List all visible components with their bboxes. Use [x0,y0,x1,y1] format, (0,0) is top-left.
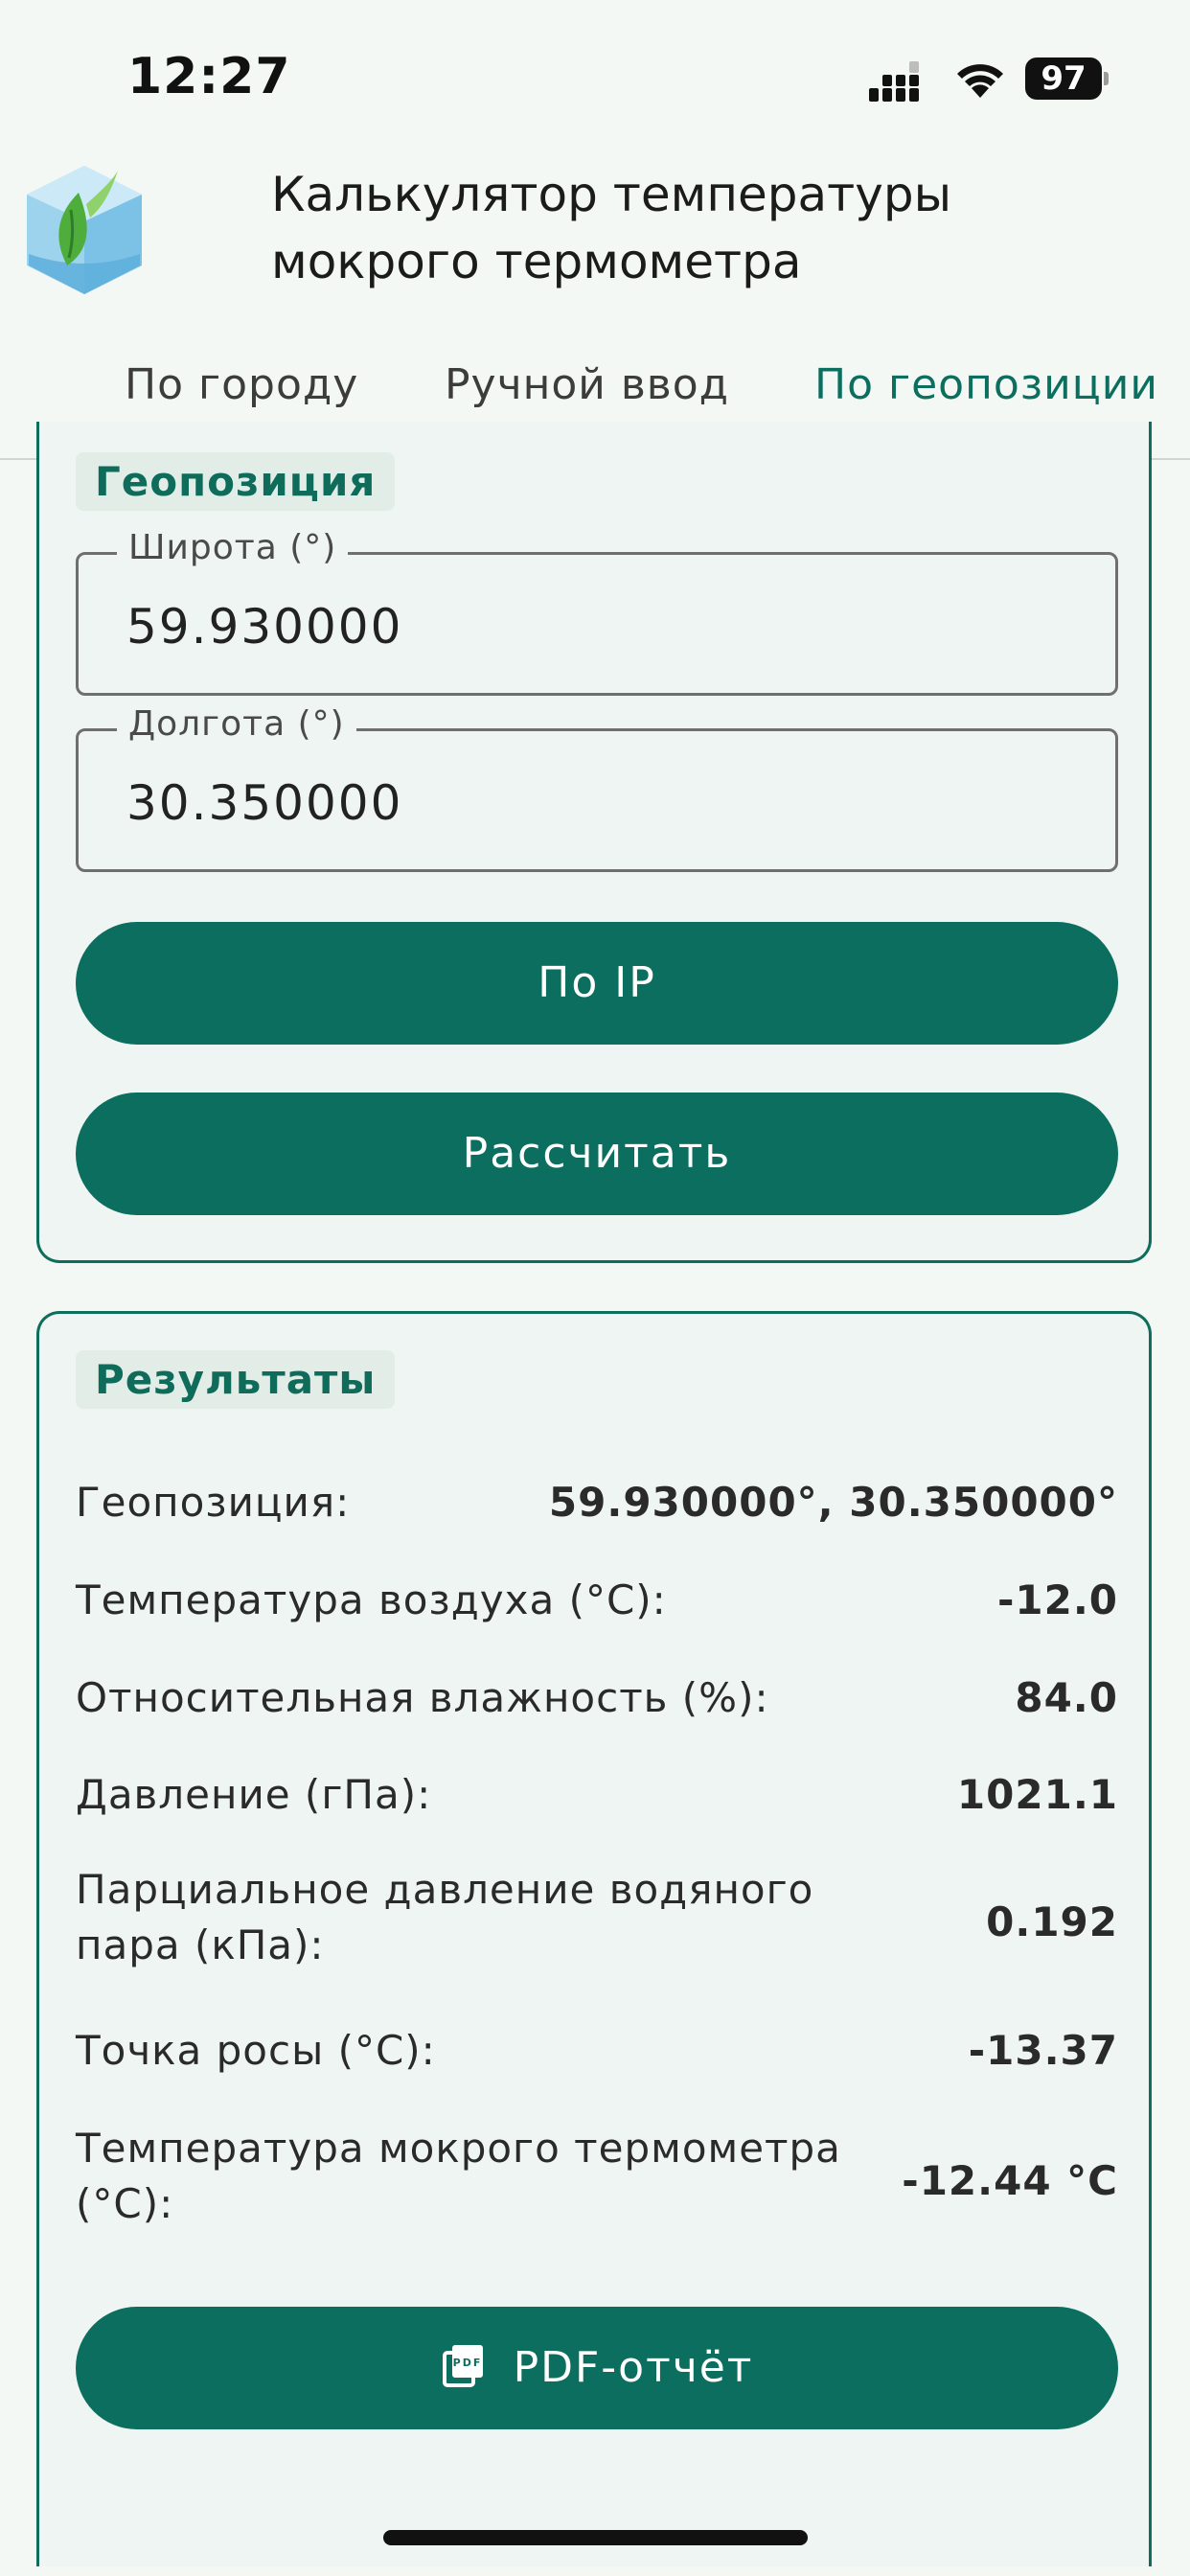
pdf-file-icon: PDF [442,2345,483,2387]
status-bar: 12:27 97 [0,0,1190,153]
geolocation-card: Геопозиция Широта (°) 59.930000 Долгота … [36,422,1152,1263]
results-section-title: Результаты [76,1350,396,1409]
result-label: Парциальное давление водяного пара (кПа)… [76,1866,814,1968]
pdf-report-label: PDF-отчёт [513,2343,754,2392]
longitude-field[interactable]: Долгота (°) 30.350000 [76,704,1118,872]
by-ip-button[interactable]: По IP [76,922,1118,1045]
latitude-field[interactable]: Широта (°) 59.930000 [76,528,1118,696]
latitude-value[interactable]: 59.930000 [126,599,402,655]
result-value: 1021.1 [956,1771,1118,1818]
result-value: -13.37 [968,2027,1118,2074]
result-value: -12.0 [996,1576,1118,1623]
wifi-icon [957,64,1003,98]
app-logo-icon [27,166,142,294]
status-time: 12:27 [127,48,291,105]
battery-icon: 97 [1025,58,1109,100]
results-card: Результаты Геопозиция: 59.930000°, 30.35… [36,1311,1152,2566]
result-label: Температура воздуха (°C): [76,1576,667,1623]
result-value: -12.44 °C [902,2157,1118,2204]
geolocation-section-title: Геопозиция [76,452,396,511]
result-label: Температура мокрого термометра (°C): [76,2125,841,2227]
cellular-signal-icon [869,61,919,102]
svg-text:PDF: PDF [452,2357,482,2369]
result-label: Точка росы (°C): [76,2027,436,2074]
result-label: Давление (гПа): [76,1771,432,1818]
app-title: Калькулятор температуры мокрого термомет… [271,167,952,289]
result-label: Относительная влажность (%): [76,1674,769,1721]
result-value: 59.930000°, 30.350000° [548,1479,1118,1526]
home-indicator[interactable] [383,2530,808,2545]
latitude-label: Широта (°) [117,528,349,567]
calculate-button[interactable]: Рассчитать [76,1092,1118,1215]
result-value: 84.0 [1015,1674,1118,1721]
longitude-label: Долгота (°) [117,704,356,744]
result-value: 0.192 [986,1898,1118,1945]
battery-level: 97 [1025,58,1102,100]
longitude-value[interactable]: 30.350000 [126,775,402,831]
pdf-report-button[interactable]: PDF PDF-отчёт [76,2307,1118,2429]
